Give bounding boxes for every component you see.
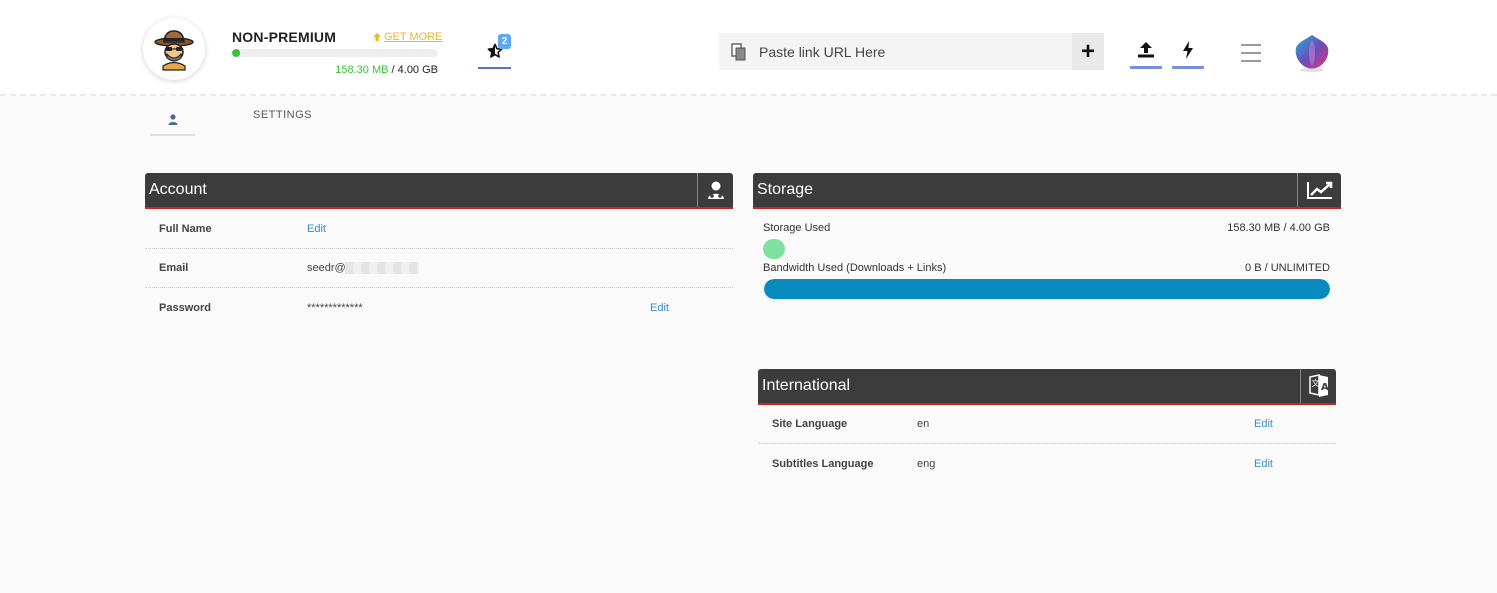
- account-row-password: Password ************* Edit: [145, 288, 733, 327]
- row-label: Password: [159, 301, 211, 314]
- international-panel-title: International: [762, 377, 851, 394]
- storage-used-label: Storage Used: [763, 222, 831, 234]
- top-header: NON-PREMIUM GET MORE 158.30 MB / 4.00 GB…: [0, 0, 1497, 96]
- storage-mini-total: 4.00 GB: [397, 64, 438, 76]
- email-blurred: [345, 262, 419, 274]
- url-paste-box: +: [719, 33, 1104, 70]
- svg-text:A: A: [1321, 382, 1329, 393]
- row-label: Email: [159, 262, 189, 274]
- edit-password-link[interactable]: Edit: [650, 302, 669, 314]
- clipboard-icon: [719, 33, 759, 70]
- international-panel-header: International A文: [758, 369, 1336, 405]
- plan-name: NON-PREMIUM: [232, 29, 337, 45]
- bandwidth-used-bar-fill: [764, 279, 1330, 299]
- translate-icon[interactable]: A文: [1300, 369, 1336, 403]
- storage-panel-header: Storage: [753, 173, 1341, 209]
- notification-badge: 2: [498, 34, 511, 49]
- bandwidth-used-label: Bandwidth Used (Downloads + Links): [763, 262, 947, 274]
- upload-icon: [1138, 42, 1154, 58]
- edit-fullname-link[interactable]: Edit: [307, 223, 326, 235]
- intl-row-subtitles-language: Subtitles Language eng Edit: [758, 444, 1336, 483]
- svg-text:文: 文: [1311, 378, 1319, 388]
- bandwidth-used-value: 0 B / UNLIMITED: [1245, 262, 1330, 274]
- password-value: *************: [307, 301, 363, 314]
- user-icon: [168, 113, 177, 125]
- favorites-button[interactable]: 2: [478, 34, 511, 69]
- site-language-value: en: [917, 418, 930, 430]
- storage-mini-bar-fill: [232, 49, 240, 57]
- edit-subtitles-language-link[interactable]: Edit: [1254, 458, 1273, 470]
- tab-profile[interactable]: [150, 104, 195, 136]
- arrow-up-icon: [373, 33, 381, 41]
- storage-used-bar: [763, 239, 1330, 259]
- instant-button[interactable]: [1172, 34, 1204, 69]
- account-row-fullname: Full Name Edit: [145, 210, 733, 249]
- storage-used-value: 158.30 MB / 4.00 GB: [1227, 222, 1330, 234]
- storage-mini-used: 158.30 MB: [335, 64, 389, 76]
- add-url-button[interactable]: +: [1072, 33, 1104, 70]
- upload-button[interactable]: [1130, 34, 1162, 69]
- email-value: seedr@: [307, 262, 346, 274]
- edit-site-language-link[interactable]: Edit: [1254, 418, 1273, 430]
- bandwidth-used-bar: [764, 279, 1330, 299]
- lightning-icon: [1183, 41, 1193, 59]
- storage-mini-sep: /: [388, 64, 398, 76]
- user-avatar[interactable]: [143, 18, 205, 80]
- account-settings-icon[interactable]: [697, 173, 733, 207]
- row-label: Site Language: [772, 418, 848, 430]
- account-row-email: Email seedr@: [145, 249, 733, 288]
- hamburger-menu-icon[interactable]: [1241, 44, 1261, 62]
- detective-avatar-icon: [154, 30, 194, 71]
- app-logo-icon[interactable]: [1292, 32, 1332, 72]
- subtitles-language-value: eng: [917, 457, 936, 470]
- storage-panel-title: Storage: [757, 181, 814, 198]
- intl-row-site-language: Site Language en Edit: [758, 405, 1336, 444]
- account-panel-header: Account: [145, 173, 733, 209]
- url-input[interactable]: [759, 43, 1072, 60]
- get-more-label: GET MORE: [384, 31, 443, 43]
- row-label: Subtitles Language: [772, 457, 874, 470]
- row-label: Full Name: [159, 223, 212, 235]
- storage-used-bar-fill: [763, 239, 786, 259]
- chart-trend-icon[interactable]: [1297, 173, 1341, 207]
- get-more-link[interactable]: GET MORE: [372, 31, 442, 43]
- tab-settings[interactable]: SETTINGS: [253, 109, 312, 121]
- storage-mini-usage: 158.30 MB / 4.00 GB: [335, 64, 438, 76]
- account-panel-title: Account: [149, 181, 207, 198]
- storage-mini-bar: [232, 49, 438, 57]
